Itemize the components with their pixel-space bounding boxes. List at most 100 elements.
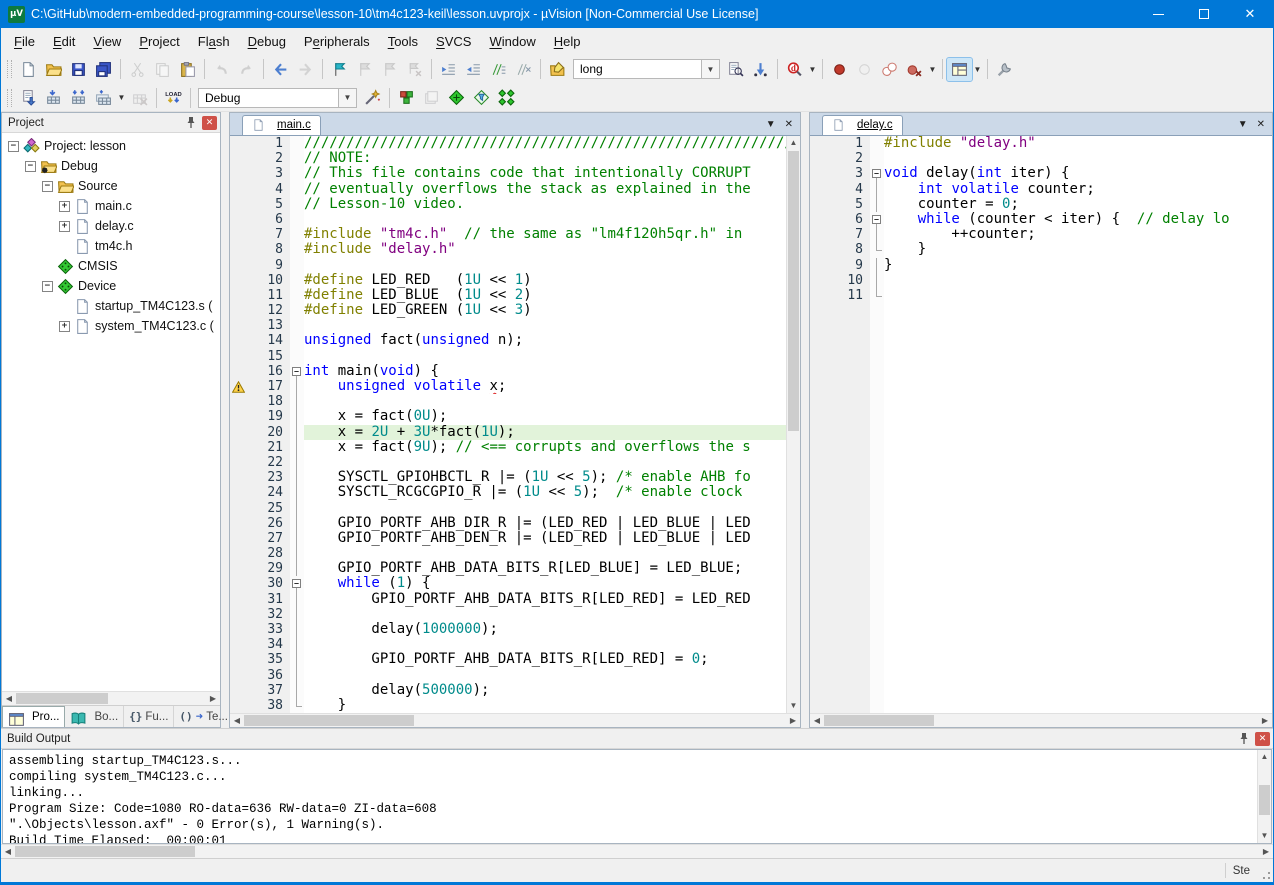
- bookmark-clear-icon[interactable]: [402, 58, 427, 81]
- tree-item[interactable]: −startup_TM4C123.s (: [2, 296, 220, 316]
- code-text[interactable]: x = 2U + 3U*fact(1U);: [304, 425, 786, 440]
- code-text[interactable]: x = fact(9U); // <== corrupts and overfl…: [304, 440, 786, 455]
- code-line[interactable]: 16−int main(void) {: [230, 364, 786, 379]
- scroll-right-icon[interactable]: ▶: [786, 714, 800, 728]
- code-text[interactable]: counter = 0;: [884, 197, 1272, 212]
- code-text[interactable]: // eventually overflows the stack as exp…: [304, 182, 786, 197]
- editor-right-hscrollbar[interactable]: ◀ ▶: [810, 713, 1272, 727]
- scroll-down-icon[interactable]: ▼: [1258, 829, 1271, 843]
- code-line[interactable]: 33 delay(1000000);: [230, 622, 786, 637]
- target-combobox-dropdown-icon[interactable]: ▼: [338, 88, 357, 108]
- code-line[interactable]: 9}: [810, 258, 1272, 273]
- select-packs-icon[interactable]: [469, 86, 494, 109]
- menu-item-peripherals[interactable]: Peripherals: [295, 31, 379, 52]
- bookmark-next-icon[interactable]: [377, 58, 402, 81]
- translate-icon[interactable]: [16, 86, 41, 109]
- rebuild-icon[interactable]: [66, 86, 91, 109]
- code-text[interactable]: void delay(int iter) {: [884, 166, 1272, 181]
- code-line[interactable]: 30− while (1) {: [230, 576, 786, 591]
- pack-installer-icon[interactable]: [444, 86, 469, 109]
- code-line[interactable]: 21 x = fact(9U); // <== corrupts and ove…: [230, 440, 786, 455]
- code-line[interactable]: 1#include "delay.h": [810, 136, 1272, 151]
- code-text[interactable]: while (1) {: [304, 576, 786, 591]
- code-text[interactable]: // Lesson-10 video.: [304, 197, 786, 212]
- build-output-vscrollbar[interactable]: ▲ ▼: [1257, 750, 1271, 843]
- code-line[interactable]: 14unsigned fact(unsigned n);: [230, 333, 786, 348]
- bookmark-prev-icon[interactable]: [352, 58, 377, 81]
- panel-tab-functions[interactable]: {}Fu...: [124, 706, 174, 727]
- code-text[interactable]: ////////////////////////////////////////…: [304, 136, 786, 151]
- scroll-up-icon[interactable]: ▲: [787, 136, 800, 150]
- code-line[interactable]: 34: [230, 637, 786, 652]
- window-layout-icon[interactable]: [947, 58, 972, 81]
- code-text[interactable]: #define LED_BLUE (1U << 2): [304, 288, 786, 303]
- scroll-right-icon[interactable]: ▶: [206, 692, 220, 706]
- code-line[interactable]: 31 GPIO_PORTF_AHB_DATA_BITS_R[LED_RED] =…: [230, 592, 786, 607]
- code-line[interactable]: 6− while (counter < iter) { // delay lo: [810, 212, 1272, 227]
- code-line[interactable]: 1///////////////////////////////////////…: [230, 136, 786, 151]
- code-line[interactable]: 3−void delay(int iter) {: [810, 166, 1272, 181]
- code-line[interactable]: 5// Lesson-10 video.: [230, 197, 786, 212]
- code-line[interactable]: 13: [230, 318, 786, 333]
- scroll-up-icon[interactable]: ▲: [1258, 750, 1271, 764]
- scroll-thumb[interactable]: [15, 846, 195, 857]
- code-line[interactable]: 11#define LED_BLUE (1U << 2): [230, 288, 786, 303]
- fold-collapse-icon[interactable]: −: [870, 212, 884, 227]
- scroll-thumb[interactable]: [1259, 785, 1270, 815]
- build-output-hscrollbar[interactable]: ◀ ▶: [1, 844, 1273, 858]
- code-line[interactable]: 4 int volatile counter;: [810, 182, 1272, 197]
- code-text[interactable]: }: [884, 242, 1272, 257]
- open-file-icon[interactable]: [41, 58, 66, 81]
- code-text[interactable]: [304, 349, 786, 364]
- code-text[interactable]: ++counter;: [884, 227, 1272, 242]
- tab-list-dropdown-icon[interactable]: ▼: [766, 119, 776, 130]
- code-text[interactable]: [304, 394, 786, 409]
- minimize-button[interactable]: [1135, 0, 1181, 28]
- code-text[interactable]: unsigned volatile x;: [304, 379, 786, 394]
- code-text[interactable]: [304, 258, 786, 273]
- code-line[interactable]: 20 x = 2U + 3U*fact(1U);: [230, 425, 786, 440]
- code-text[interactable]: #define LED_GREEN (1U << 3): [304, 303, 786, 318]
- nav-forward-icon[interactable]: [293, 58, 318, 81]
- collapse-icon[interactable]: −: [8, 141, 19, 152]
- project-hscrollbar[interactable]: ◀ ▶: [2, 691, 220, 705]
- indent-icon[interactable]: [436, 58, 461, 81]
- paste-icon[interactable]: [175, 58, 200, 81]
- close-button[interactable]: ✕: [1227, 0, 1273, 28]
- stop-build-icon[interactable]: [127, 86, 152, 109]
- redo-icon[interactable]: [234, 58, 259, 81]
- collapse-icon[interactable]: −: [42, 281, 53, 292]
- code-text[interactable]: [884, 151, 1272, 166]
- code-text[interactable]: #define LED_RED (1U << 1): [304, 273, 786, 288]
- collapse-icon[interactable]: −: [25, 161, 36, 172]
- goto-ref-icon[interactable]: [748, 58, 773, 81]
- pin-icon[interactable]: [184, 116, 198, 130]
- tab-delay-c[interactable]: delay.c: [822, 115, 903, 135]
- maximize-button[interactable]: [1181, 0, 1227, 28]
- code-text[interactable]: GPIO_PORTF_AHB_DIR_R |= (LED_RED | LED_B…: [304, 516, 786, 531]
- code-text[interactable]: [304, 637, 786, 652]
- code-text[interactable]: [304, 455, 786, 470]
- scroll-thumb[interactable]: [788, 151, 799, 431]
- collapse-icon[interactable]: −: [42, 181, 53, 192]
- code-line[interactable]: 19 x = fact(0U);: [230, 409, 786, 424]
- nav-back-icon[interactable]: [268, 58, 293, 81]
- code-text[interactable]: [304, 546, 786, 561]
- code-line[interactable]: 27 GPIO_PORTF_AHB_DEN_R |= (LED_RED | LE…: [230, 531, 786, 546]
- menu-item-window[interactable]: Window: [480, 31, 544, 52]
- code-text[interactable]: x = fact(0U);: [304, 409, 786, 424]
- bp-disable-icon[interactable]: [852, 58, 877, 81]
- code-line[interactable]: 17 unsigned volatile x;: [230, 379, 786, 394]
- code-line[interactable]: 25: [230, 501, 786, 516]
- menu-item-file[interactable]: File: [5, 31, 44, 52]
- code-text[interactable]: delay(500000);: [304, 683, 786, 698]
- code-line[interactable]: 29 GPIO_PORTF_AHB_DATA_BITS_R[LED_BLUE] …: [230, 561, 786, 576]
- scroll-right-icon[interactable]: ▶: [1259, 845, 1273, 859]
- tab-close-icon[interactable]: ✕: [1257, 119, 1265, 130]
- editor-main-hscrollbar[interactable]: ◀ ▶: [230, 713, 800, 727]
- code-text[interactable]: [304, 318, 786, 333]
- menu-item-help[interactable]: Help: [545, 31, 590, 52]
- tab-close-icon[interactable]: ✕: [785, 119, 793, 130]
- bp-toggle-icon[interactable]: [827, 58, 852, 81]
- search-combobox-dropdown-icon[interactable]: ▼: [701, 59, 720, 79]
